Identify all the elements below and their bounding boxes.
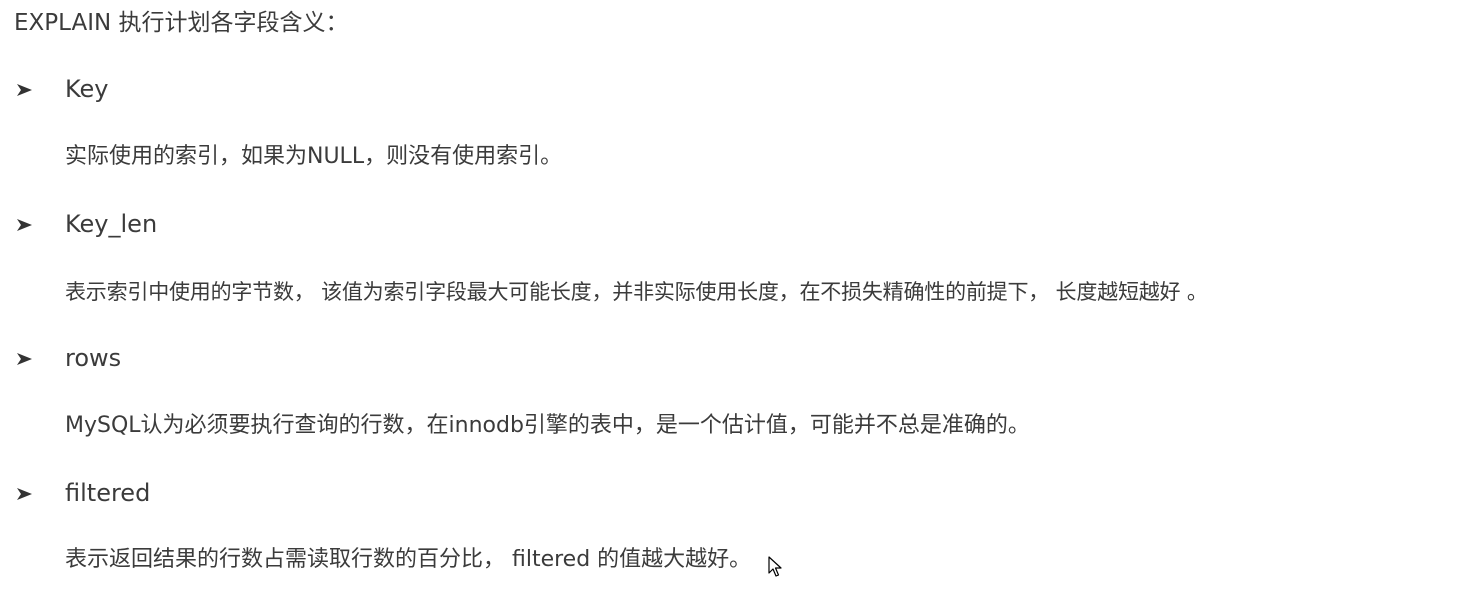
arrowhead-bullet-icon: [14, 348, 36, 370]
field-description-rows: MySQL认为必须要执行查询的行数，在innodb引擎的表中，是一个估计值，可能…: [65, 413, 1030, 438]
field-term-key-len: Key_len: [65, 210, 158, 238]
field-term-key: Key: [65, 75, 109, 103]
document-page: EXPLAIN 执行计划各字段含义： Key 实际使用的索引，如果为NULL，则…: [0, 0, 1462, 590]
arrowhead-bullet-icon: [14, 214, 36, 236]
field-description-key: 实际使用的索引，如果为NULL，则没有使用索引。: [65, 144, 563, 169]
field-description-filtered: 表示返回结果的行数占需读取行数的百分比， filtered 的值越大越好。: [65, 547, 752, 572]
mouse-pointer-icon: [768, 556, 782, 578]
arrowhead-bullet-icon: [14, 483, 36, 505]
field-term-rows: rows: [65, 344, 122, 372]
page-title: EXPLAIN 执行计划各字段含义：: [14, 10, 349, 36]
arrowhead-bullet-icon: [14, 79, 36, 101]
field-term-filtered: filtered: [65, 479, 151, 507]
field-description-key-len: 表示索引中使用的字节数， 该值为索引字段最大可能长度，并非实际使用长度，在不损失…: [65, 280, 1208, 304]
